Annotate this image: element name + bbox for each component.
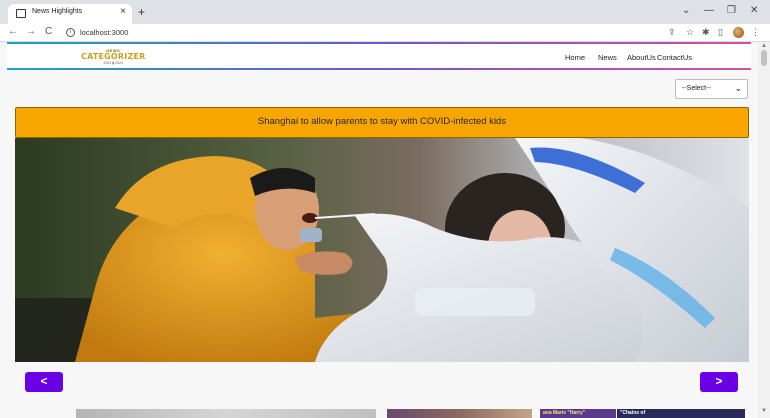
scroll-thumb[interactable] [761,50,767,66]
browser-tab[interactable]: News Highlights × [8,4,132,24]
browser-toolbar: ← → C i localhost:3000 ⇪ ☆ ✱ ▯ ⋮ [0,24,770,42]
share-icon[interactable]: ⇪ [668,27,676,38]
category-select-value: --Select-- [682,85,711,92]
nav-aboutus[interactable]: AboutUs [627,53,656,62]
covid-test-photo-icon [15,138,749,362]
logo-main-text: CATEGORIZER [81,52,146,61]
thumbnail-card[interactable]: ana Marie "Harry" [540,409,616,418]
page-viewport: NEWS CATEGORIZER 2022 ▮ 2023 Home News A… [0,42,758,418]
chevron-down-icon: ⌄ [734,83,742,93]
header-bottom-line [7,68,751,70]
logo-sub-text: 2022 ▮ 2023 [103,61,123,65]
site-logo[interactable]: NEWS CATEGORIZER 2022 ▮ 2023 [81,48,146,65]
browser-tabbar: News Highlights × + ⌄ — ❐ ✕ [0,0,770,24]
new-tab-button[interactable]: + [138,5,145,19]
address-bar[interactable]: localhost:3000 [80,28,128,37]
window-close-button[interactable]: ✕ [750,5,758,16]
profile-avatar[interactable] [733,27,744,38]
carousel-next-button[interactable]: > [700,372,738,392]
chevron-down-icon[interactable]: ⌄ [682,5,690,16]
headline-text: Shanghai to allow parents to stay with C… [257,116,507,127]
site-info-icon[interactable]: i [66,28,75,37]
tab-title: News Highlights [32,8,83,15]
nav-news[interactable]: News [598,53,617,62]
header-top-line [7,42,751,44]
site-header: NEWS CATEGORIZER 2022 ▮ 2023 Home News A… [7,42,751,70]
side-panel-icon[interactable]: ▯ [718,27,723,38]
close-tab-icon[interactable]: × [120,6,126,17]
headline-banner[interactable]: Shanghai to allow parents to stay with C… [15,107,749,138]
scroll-down-icon[interactable]: ▼ [761,408,767,414]
category-select[interactable]: --Select-- ⌄ [675,79,748,99]
more-menu-icon[interactable]: ⋮ [751,27,760,38]
minimize-button[interactable]: — [704,5,714,16]
extensions-icon[interactable]: ✱ [702,27,710,38]
carousel-prev-button[interactable]: < [25,372,63,392]
back-button[interactable]: ← [8,26,18,37]
reload-button[interactable]: C [45,26,52,37]
restore-button[interactable]: ❐ [727,5,736,16]
carousel-image[interactable] [15,138,749,362]
news-favicon-icon [16,9,26,18]
forward-button[interactable]: → [26,26,36,37]
nav-contactus[interactable]: ContactUs [657,53,692,62]
bookmark-star-icon[interactable]: ☆ [686,27,694,38]
news-thumbnails: ana Marie "Harry" "Chains of [0,409,758,418]
thumbnail-caption: ana Marie "Harry" [543,410,586,416]
thumbnail-card[interactable]: "Chains of [617,409,745,418]
thumbnail-card[interactable] [387,409,532,418]
thumbnail-caption: "Chains of [620,410,646,416]
scroll-up-icon[interactable]: ▲ [761,43,767,49]
thumbnail-card[interactable] [76,409,376,418]
nav-home[interactable]: Home [565,53,585,62]
page-scrollbar[interactable]: ▲ ▼ [758,42,770,418]
